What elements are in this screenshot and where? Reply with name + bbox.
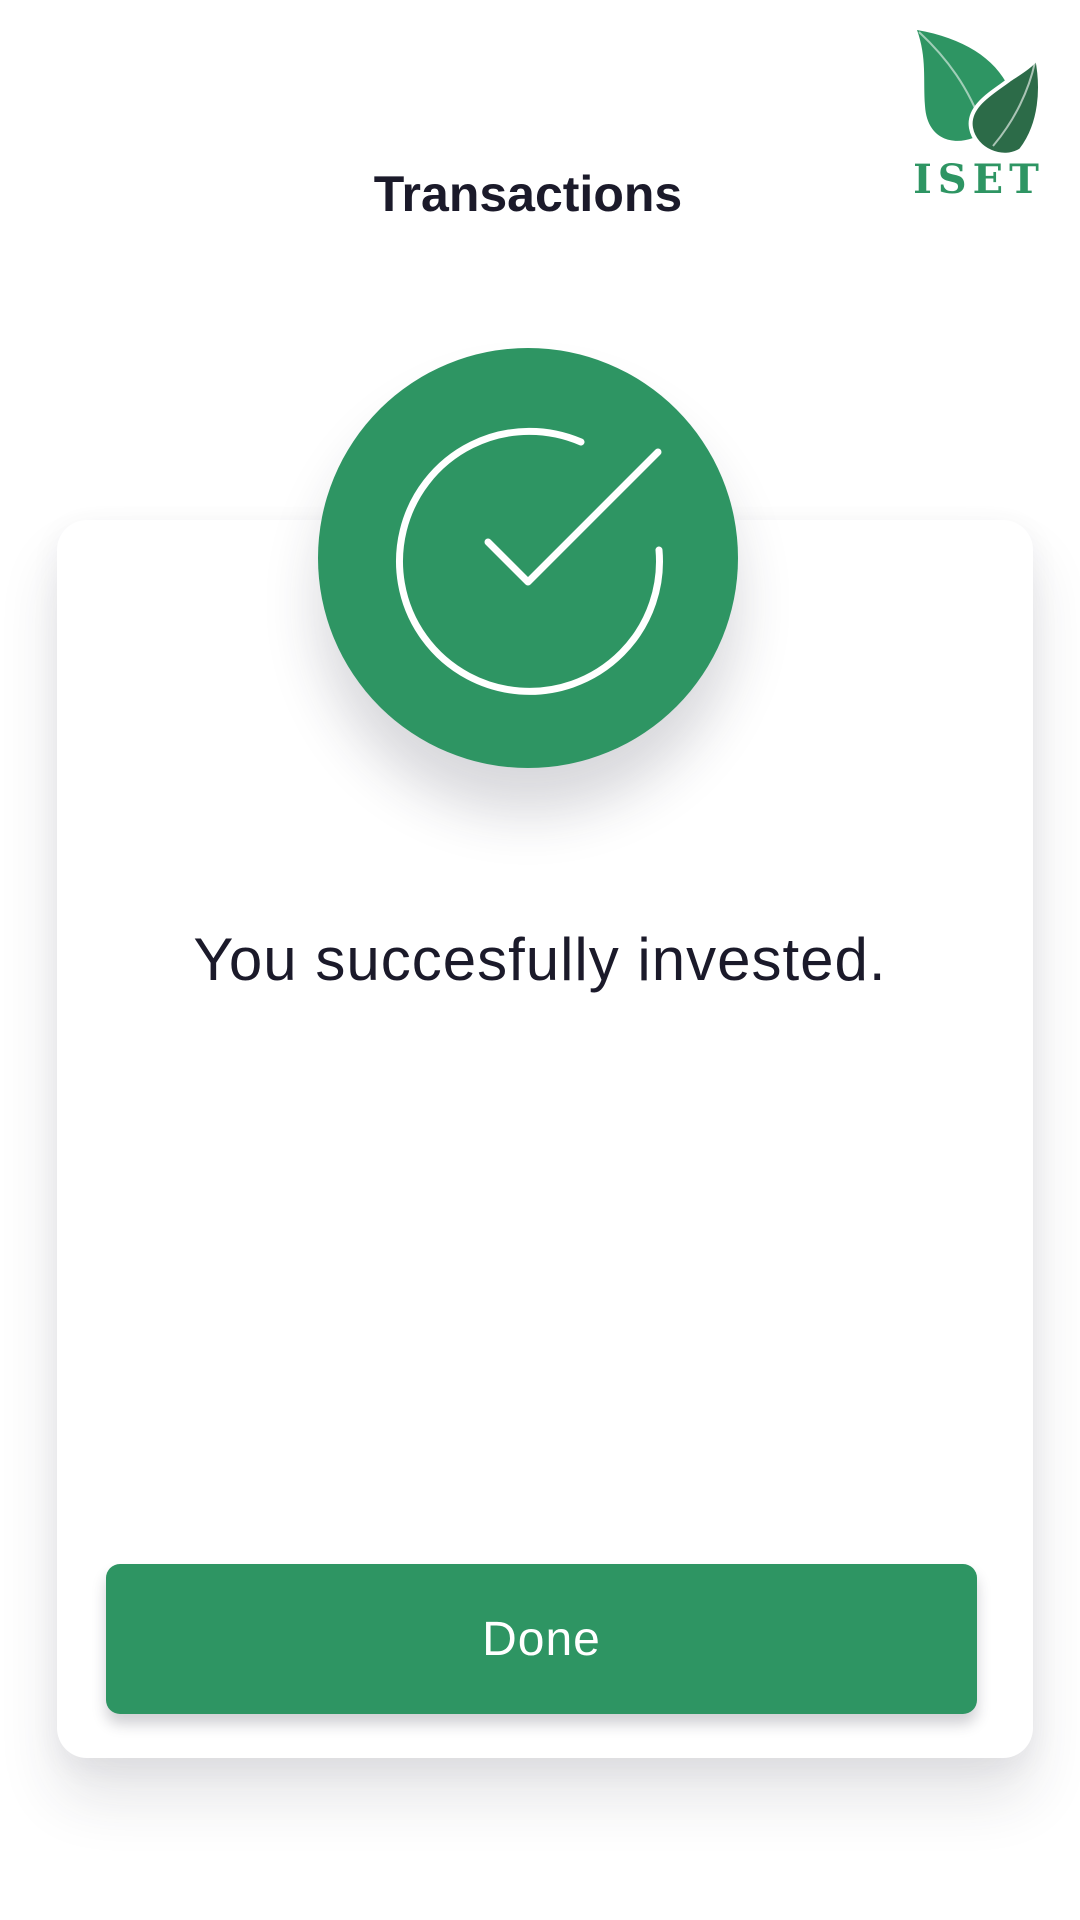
page-title: Transactions — [373, 166, 683, 222]
transaction-success-screen: Transactions ISET You succesfully invest… — [0, 0, 1080, 1920]
success-message: You succesfully invested. — [193, 926, 887, 993]
logo-text: ISET — [913, 156, 1045, 203]
done-button[interactable]: Done — [106, 1564, 977, 1714]
success-badge — [318, 348, 738, 768]
check-circle-icon — [396, 427, 663, 695]
leaves-icon — [917, 30, 1042, 157]
logo: ISET — [913, 28, 1045, 208]
